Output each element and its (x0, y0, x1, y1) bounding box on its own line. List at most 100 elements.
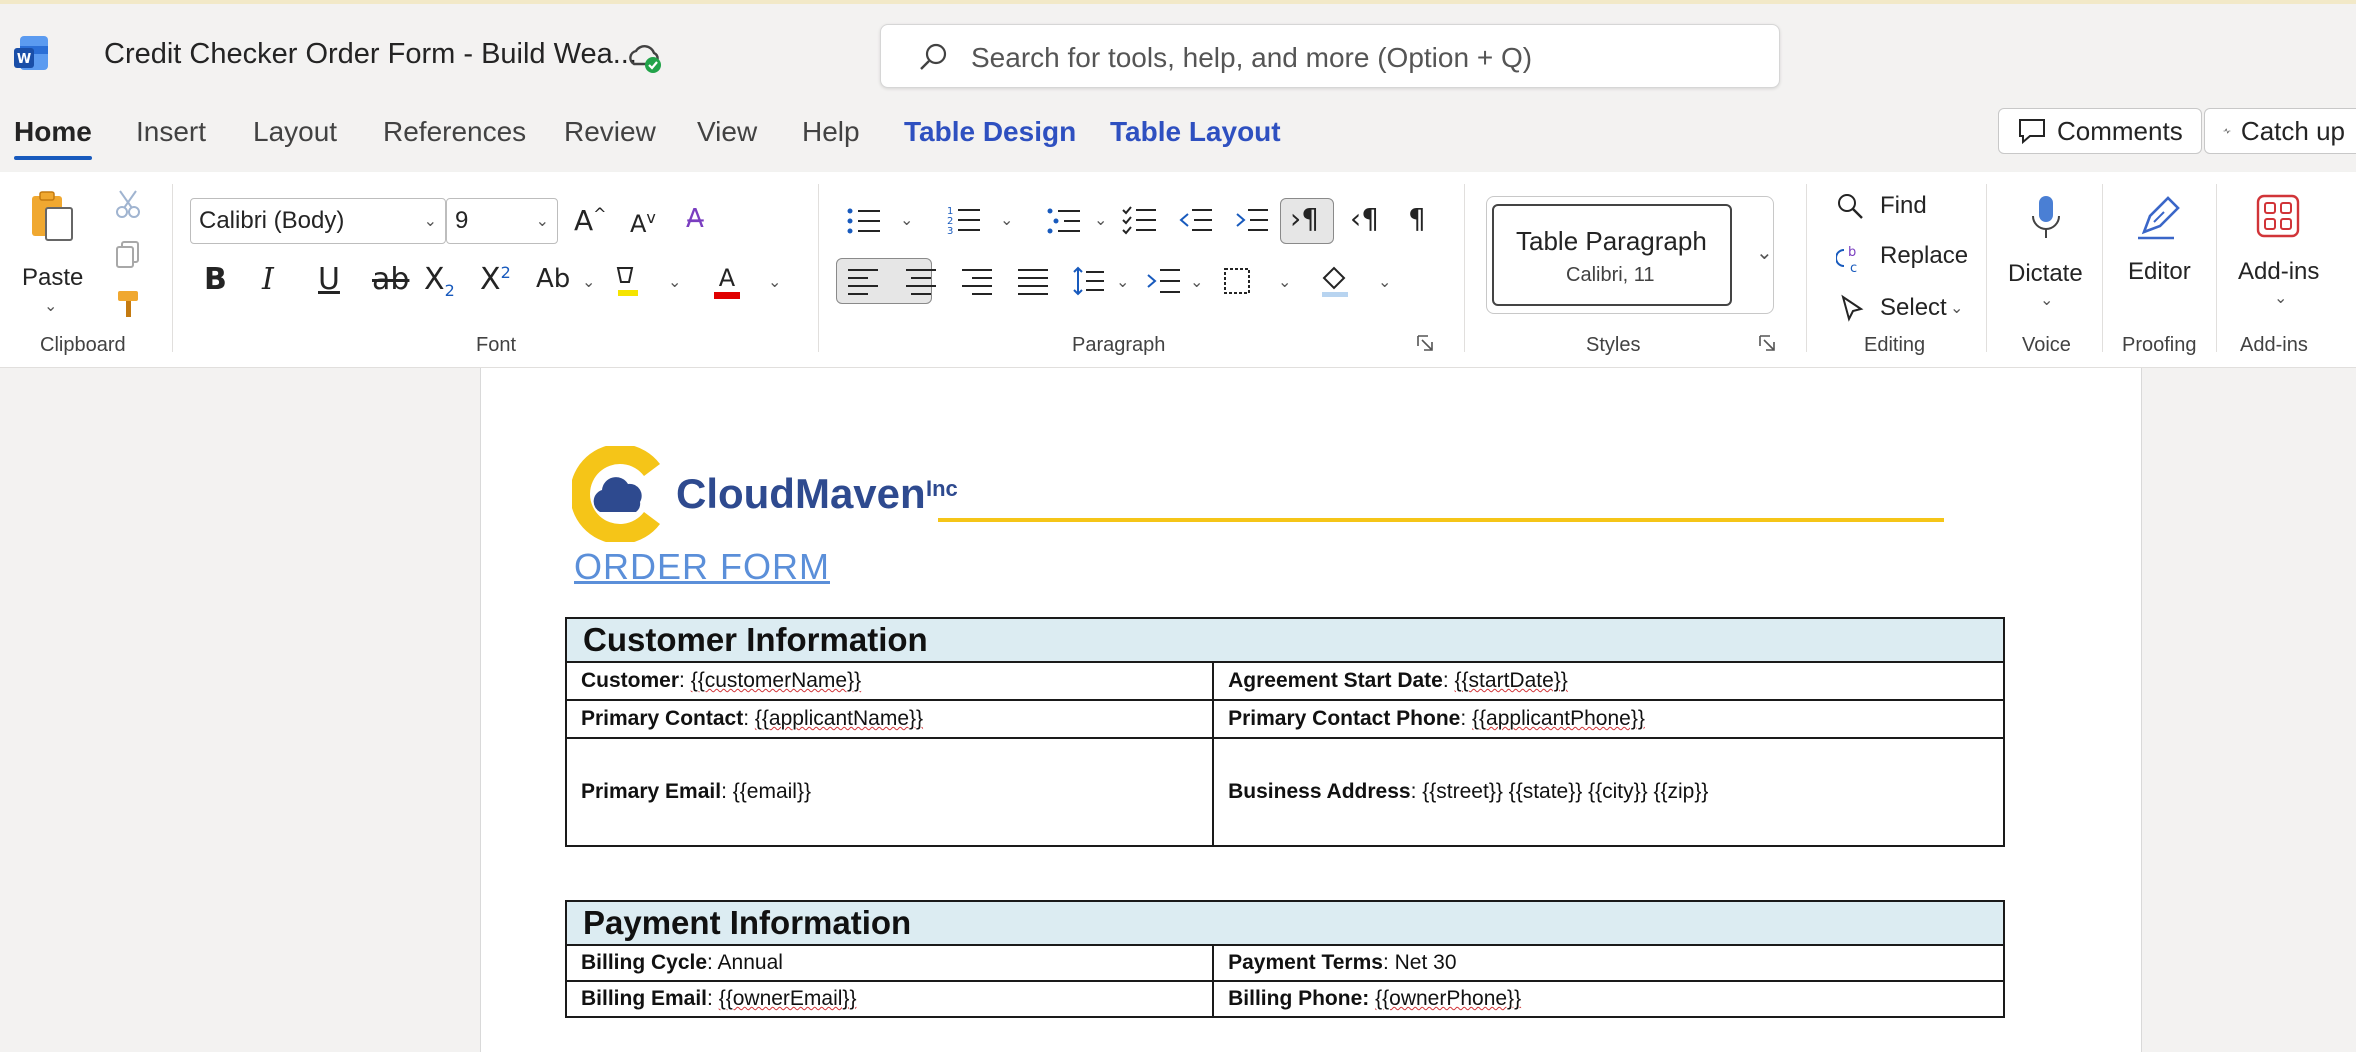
tab-review[interactable]: Review (564, 116, 656, 148)
shading-chevron-icon[interactable]: ⌄ (1378, 272, 1391, 292)
show-formatting-icon[interactable]: ¶ (1408, 202, 1426, 235)
addins-chevron-icon[interactable]: ⌄ (2274, 288, 2287, 308)
billing-phone-value: {{ownerPhone}} (1375, 987, 1522, 1010)
separator (1806, 184, 1807, 352)
bold-icon[interactable]: B (204, 262, 227, 297)
payment-info-table[interactable]: Payment Information Billing Cycle: Annua… (564, 900, 2005, 1018)
align-right-icon[interactable] (960, 266, 994, 296)
customer-info-table[interactable]: Customer Information Customer: {{custome… (564, 617, 2005, 847)
line-spacing-chevron-icon[interactable]: ⌄ (1116, 272, 1129, 292)
strikethrough-icon[interactable]: ab (372, 262, 409, 297)
billing-cycle-cell[interactable]: Billing Cycle: Annual (564, 944, 1215, 982)
replace-button[interactable]: Replace (1880, 242, 1968, 270)
editor-pen-icon[interactable] (2134, 192, 2184, 242)
tab-table-design[interactable]: Table Design (904, 116, 1076, 148)
customer-cell[interactable]: Customer: {{customerName}} (564, 661, 1215, 701)
font-size-combo[interactable]: 9 ⌄ (446, 198, 558, 244)
dictate-button[interactable]: Dictate (2008, 260, 2083, 288)
align-center-icon[interactable] (904, 266, 938, 296)
underline-icon[interactable]: U (318, 262, 340, 297)
numbering-icon[interactable]: 123 (946, 204, 982, 236)
dictate-chevron-icon[interactable]: ⌄ (2040, 290, 2053, 310)
highlight-icon[interactable] (612, 264, 644, 300)
cloud-saved-icon[interactable] (626, 38, 664, 76)
search-box[interactable]: Search for tools, help, and more (Option… (880, 24, 1780, 88)
bullets-icon[interactable] (846, 206, 882, 236)
billing-phone-cell[interactable]: Billing Phone: {{ownerPhone}} (1212, 980, 2005, 1018)
checklist-icon[interactable] (1122, 204, 1158, 236)
tab-home[interactable]: Home (14, 116, 92, 160)
justify-icon[interactable] (1016, 266, 1050, 296)
borders-chevron-icon[interactable]: ⌄ (1278, 272, 1291, 292)
microphone-icon[interactable] (2028, 194, 2064, 242)
clear-formatting-icon[interactable]: A̶ (686, 204, 704, 234)
select-cursor-icon[interactable] (1838, 294, 1866, 324)
tab-layout[interactable]: Layout (253, 116, 337, 148)
font-color-icon[interactable]: A (710, 264, 744, 302)
paste-icon[interactable] (28, 190, 76, 244)
primary-phone-cell[interactable]: Primary Contact Phone: {{applicantPhone}… (1212, 699, 2005, 739)
increase-indent-icon[interactable] (1234, 204, 1270, 236)
paragraph-dialog-launcher-icon[interactable] (1414, 332, 1436, 354)
editor-button[interactable]: Editor (2128, 258, 2191, 286)
multilevel-list-icon[interactable] (1046, 206, 1082, 236)
payment-info-heading[interactable]: Payment Information (565, 900, 2005, 946)
shading-icon[interactable] (1318, 264, 1352, 298)
tab-insert[interactable]: Insert (136, 116, 206, 148)
document-title[interactable]: Credit Checker Order Form - Build Wea... (104, 38, 637, 71)
font-name-combo[interactable]: Calibri (Body) ⌄ (190, 198, 446, 244)
shrink-font-icon[interactable]: Av (630, 208, 656, 238)
font-color-chevron-icon[interactable]: ⌄ (768, 272, 781, 292)
paste-label[interactable]: Paste (22, 264, 83, 292)
subscript-icon[interactable]: X2 (424, 262, 455, 300)
grow-font-icon[interactable]: A^ (574, 204, 607, 237)
comments-button[interactable]: Comments (1998, 108, 2202, 154)
select-chevron-icon[interactable]: ⌄ (1950, 298, 1963, 318)
copy-icon[interactable] (112, 238, 144, 270)
format-painter-icon[interactable] (112, 288, 144, 320)
find-button[interactable]: Find (1880, 192, 1927, 220)
numbering-chevron-icon[interactable]: ⌄ (1000, 210, 1013, 230)
addins-button[interactable]: Add-ins (2238, 258, 2319, 286)
select-button[interactable]: Select (1880, 294, 1947, 322)
word-app-icon[interactable]: W (12, 34, 52, 74)
replace-icon[interactable]: bc (1836, 244, 1866, 274)
tab-table-layout[interactable]: Table Layout (1110, 116, 1281, 148)
customer-info-heading[interactable]: Customer Information (565, 617, 2005, 663)
primary-email-cell[interactable]: Primary Email: {{email}} (564, 737, 1215, 847)
business-address-cell[interactable]: Business Address: {{street}} {{state}} {… (1212, 737, 2005, 847)
cut-icon[interactable] (112, 188, 144, 220)
start-date-cell[interactable]: Agreement Start Date: {{startDate}} (1212, 661, 2005, 701)
multilevel-chevron-icon[interactable]: ⌄ (1094, 210, 1107, 230)
tab-view[interactable]: View (697, 116, 757, 148)
billing-email-cell[interactable]: Billing Email: {{ownerEmail}} (564, 980, 1215, 1018)
payment-terms-value: Net 30 (1394, 951, 1457, 974)
payment-terms-label: Payment Terms (1228, 951, 1383, 974)
highlight-chevron-icon[interactable]: ⌄ (668, 272, 681, 292)
addins-grid-icon[interactable] (2256, 194, 2300, 238)
bullets-chevron-icon[interactable]: ⌄ (900, 210, 913, 230)
rtl-paragraph-icon[interactable]: ‹¶ (1350, 202, 1379, 235)
tab-help[interactable]: Help (802, 116, 860, 148)
superscript-icon[interactable]: X2 (480, 262, 511, 297)
find-icon[interactable] (1836, 192, 1864, 220)
style-name: Table Paragraph (1516, 226, 1707, 256)
primary-contact-value: {{applicantName}} (754, 707, 924, 730)
line-spacing-icon[interactable] (1072, 264, 1106, 298)
styles-dialog-launcher-icon[interactable] (1756, 332, 1778, 354)
paste-chevron-icon[interactable]: ⌄ (44, 296, 57, 316)
paragraph-spacing-chevron-icon[interactable]: ⌄ (1190, 272, 1203, 292)
decrease-indent-icon[interactable] (1178, 204, 1214, 236)
paragraph-spacing-icon[interactable] (1146, 266, 1182, 296)
ribbon: Paste ⌄ Clipboard Calibri (Body) ⌄ 9 ⌄ A^ … (0, 172, 2356, 368)
order-form-title[interactable]: ORDER FORM (574, 546, 830, 588)
tab-references[interactable]: References (383, 116, 526, 148)
change-case-chevron-icon[interactable]: ⌄ (582, 272, 595, 292)
payment-terms-cell[interactable]: Payment Terms: Net 30 (1212, 944, 2005, 982)
italic-icon[interactable]: I (262, 262, 274, 297)
catchup-button[interactable]: Catch up (2204, 108, 2356, 154)
change-case-icon[interactable]: Ab (536, 264, 570, 294)
primary-contact-cell[interactable]: Primary Contact: {{applicantName}} (564, 699, 1215, 739)
styles-more-chevron-icon[interactable]: ⌄ (1756, 240, 1773, 265)
borders-icon[interactable] (1222, 266, 1252, 296)
